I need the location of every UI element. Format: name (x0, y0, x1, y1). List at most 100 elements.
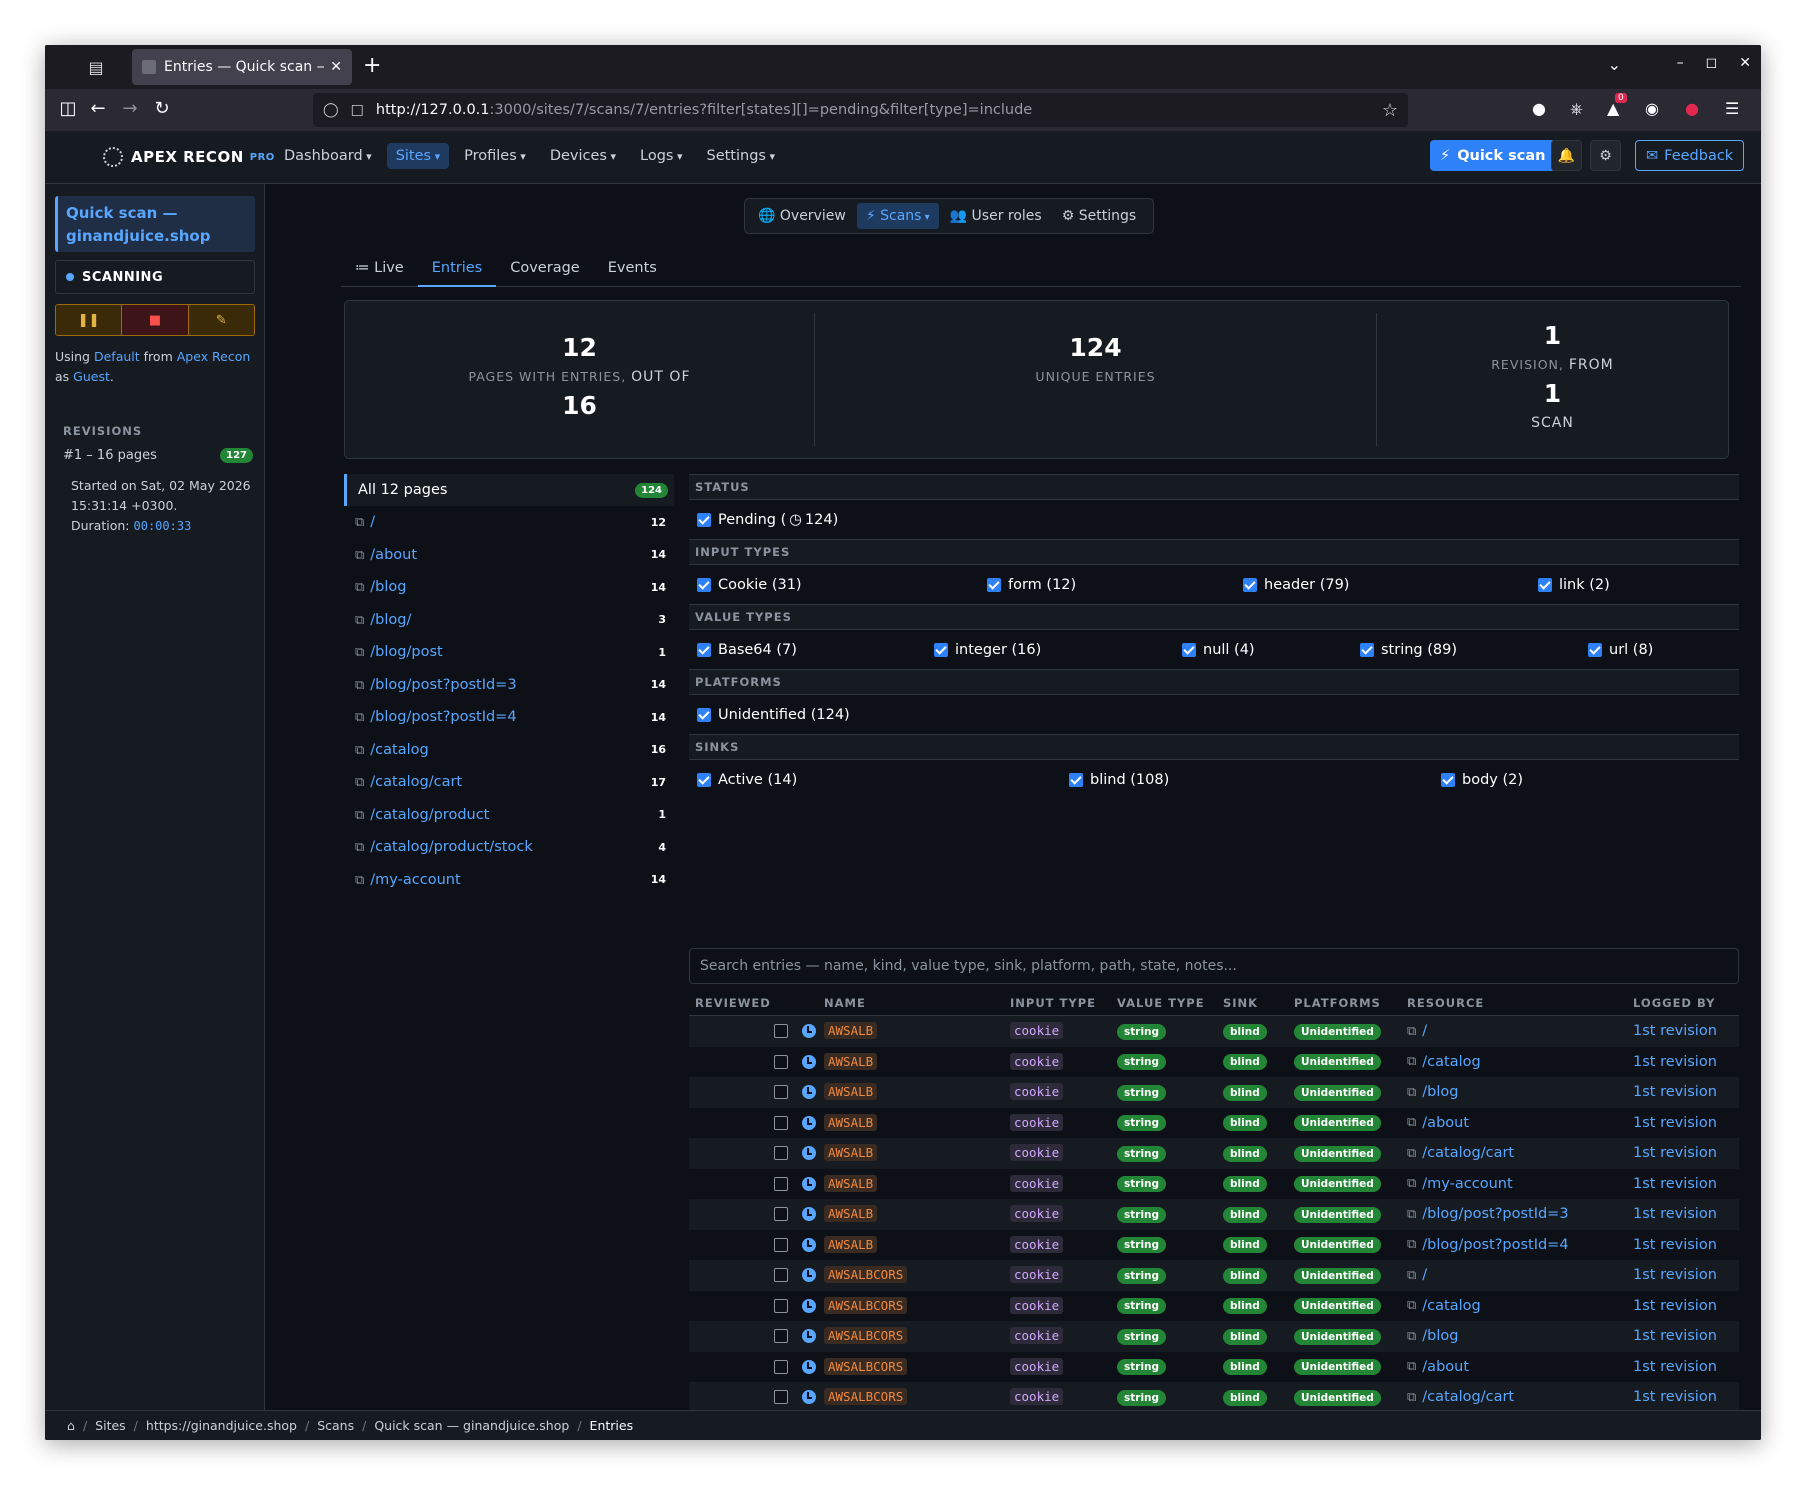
page-item[interactable]: ⧉ /about 14 (344, 539, 674, 572)
logged-by-link[interactable]: 1st revision (1633, 1206, 1739, 1222)
checkbox-checked[interactable] (934, 642, 948, 657)
col-input-type[interactable]: INPUT TYPE (1010, 996, 1117, 1010)
user-link[interactable]: Guest (73, 369, 110, 384)
filter-option[interactable]: integer (16) (934, 642, 1182, 658)
reviewed-checkbox[interactable] (774, 1298, 788, 1313)
table-row[interactable]: AWSALB cookie string blind Unidentified ⧉ /cat… (689, 1047, 1739, 1078)
checkbox-checked[interactable] (1360, 642, 1374, 657)
col-value-type[interactable]: VALUE TYPE (1117, 996, 1223, 1010)
device-link[interactable]: Apex Recon (177, 349, 251, 364)
close-window-icon[interactable]: ✕ (1739, 55, 1751, 71)
home-icon[interactable]: ⌂ (67, 1418, 75, 1433)
table-row[interactable]: AWSALB cookie string blind Unidentified ⧉ /cat… (689, 1138, 1739, 1169)
logged-by-link[interactable]: 1st revision (1633, 1176, 1739, 1192)
filter-option[interactable]: null (4) (1182, 642, 1360, 658)
sidebar-toggle-icon[interactable]: ◫ (55, 98, 81, 119)
entry-name[interactable]: AWSALB (824, 1205, 878, 1223)
tab-list-icon[interactable]: ⌄ (1608, 55, 1621, 74)
checkbox-checked[interactable] (1243, 577, 1257, 592)
logged-by-link[interactable]: 1st revision (1633, 1389, 1739, 1405)
table-row[interactable]: AWSALB cookie string blind Unidentified ⧉ /my-… (689, 1169, 1739, 1200)
reviewed-checkbox[interactable] (774, 1146, 788, 1161)
page-item[interactable]: ⧉ /catalog/product 1 (344, 799, 674, 832)
menu-devices[interactable]: Devices (541, 143, 625, 169)
filter-option[interactable]: body (2) (1441, 772, 1691, 788)
filter-option[interactable]: Cookie (31) (697, 577, 987, 593)
entry-name[interactable]: AWSALB (824, 1083, 878, 1101)
reviewed-checkbox[interactable] (774, 1237, 788, 1252)
search-input[interactable]: Search entries — name, kind, value type,… (689, 948, 1739, 984)
breadcrumb-scan[interactable]: Quick scan — ginandjuice.shop (374, 1418, 569, 1433)
entry-name[interactable]: AWSALB (824, 1113, 878, 1131)
resource-link[interactable]: ⧉ /blog (1407, 1084, 1633, 1100)
col-reviewed[interactable]: REVIEWED (689, 996, 824, 1010)
checkbox-checked[interactable] (697, 772, 711, 787)
reviewed-checkbox[interactable] (774, 1390, 788, 1405)
new-tab-icon[interactable]: + (363, 53, 381, 78)
logged-by-link[interactable]: 1st revision (1633, 1237, 1739, 1253)
entry-name[interactable]: AWSALB (824, 1144, 878, 1162)
filter-pending[interactable]: Pending (◷ 124) (697, 512, 838, 528)
filter-option[interactable]: Unidentified (124) (697, 707, 997, 723)
shield-icon[interactable]: ◯ (323, 102, 339, 118)
page-link[interactable]: ⧉ /about (355, 547, 417, 563)
checkbox-checked[interactable] (1182, 642, 1196, 657)
vpn-extension-icon[interactable]: ◉ (1645, 99, 1659, 118)
entry-name[interactable]: AWSALBCORS (824, 1357, 908, 1375)
subnav-scans[interactable]: ⚡ Scans (856, 203, 939, 229)
page-link[interactable]: ⧉ /catalog/cart (355, 774, 462, 790)
subnav-overview[interactable]: 🌐 Overview (749, 203, 855, 229)
logged-by-link[interactable]: 1st revision (1633, 1298, 1739, 1314)
page-item[interactable]: ⧉ /blog/post?postId=4 14 (344, 701, 674, 734)
resource-link[interactable]: ⧉ /blog (1407, 1328, 1633, 1344)
resource-link[interactable]: ⧉ /catalog/cart (1407, 1145, 1633, 1161)
menu-profiles[interactable]: Profiles (455, 143, 535, 169)
filter-option[interactable]: Base64 (7) (697, 642, 934, 658)
checkbox-checked[interactable] (1441, 772, 1455, 787)
col-platforms[interactable]: PLATFORMS (1294, 996, 1407, 1010)
maximize-icon[interactable]: ◻ (1706, 55, 1718, 71)
checkbox-checked[interactable] (1069, 772, 1083, 787)
logged-by-link[interactable]: 1st revision (1633, 1054, 1739, 1070)
close-tab-icon[interactable]: ✕ (330, 59, 342, 75)
page-item[interactable]: ⧉ /catalog 16 (344, 734, 674, 767)
page-link[interactable]: ⧉ /blog/post?postId=4 (355, 709, 517, 725)
quick-scan-button[interactable]: ⚡ Quick scan (1430, 140, 1556, 171)
url-bar[interactable]: ◯ □ http://127.0.0.1:3000/sites/7/scans/… (313, 93, 1408, 127)
page-item[interactable]: ⧉ /blog 14 (344, 571, 674, 604)
breadcrumb-site[interactable]: https://ginandjuice.shop (146, 1418, 297, 1433)
table-row[interactable]: AWSALBCORS cookie string blind Unidentified ⧉… (689, 1260, 1739, 1291)
browser-tab[interactable]: Entries — Quick scan — gi ✕ (132, 49, 352, 85)
extensions-icon[interactable]: ⎈ (1570, 99, 1583, 119)
entry-name[interactable]: AWSALBCORS (824, 1266, 908, 1284)
col-resource[interactable]: RESOURCE (1407, 996, 1633, 1010)
logged-by-link[interactable]: 1st revision (1633, 1267, 1739, 1283)
tab-coverage[interactable]: Coverage (496, 256, 593, 287)
minimize-icon[interactable]: – (1677, 55, 1684, 71)
reviewed-checkbox[interactable] (774, 1024, 788, 1039)
col-name[interactable]: NAME (824, 996, 1010, 1010)
page-item[interactable]: ⧉/12 (344, 506, 674, 539)
breadcrumb-scans[interactable]: Scans (317, 1418, 354, 1433)
reviewed-checkbox[interactable] (774, 1176, 788, 1191)
page-item[interactable]: ⧉ /blog/3 (344, 604, 674, 637)
page-link[interactable]: ⧉ /blog (355, 579, 407, 595)
menu-settings[interactable]: Settings (698, 143, 785, 169)
filter-option[interactable]: url (8) (1588, 642, 1738, 658)
entry-name[interactable]: AWSALB (824, 1174, 878, 1192)
table-row[interactable]: AWSALB cookie string blind Unidentified ⧉ /blo… (689, 1077, 1739, 1108)
brand[interactable]: APEX RECON PRO (103, 147, 275, 167)
menu-logs[interactable]: Logs (631, 143, 692, 169)
table-row[interactable]: AWSALB cookie string blind Unidentified ⧉/1st… (689, 1016, 1739, 1047)
reviewed-checkbox[interactable] (774, 1268, 788, 1283)
back-icon[interactable]: ← (85, 98, 111, 119)
tab-live[interactable]: ≔ Live (341, 256, 418, 287)
checkbox-checked[interactable] (987, 577, 1001, 592)
reviewed-checkbox[interactable] (774, 1054, 788, 1069)
breadcrumb-sites[interactable]: Sites (95, 1418, 126, 1433)
resource-link[interactable]: ⧉ /catalog (1407, 1298, 1633, 1314)
reviewed-checkbox[interactable] (774, 1207, 788, 1222)
scan-name-link[interactable]: Quick scan — ginandjuice.shop (55, 196, 255, 252)
logged-by-link[interactable]: 1st revision (1633, 1359, 1739, 1375)
resource-link[interactable]: ⧉ /catalog (1407, 1054, 1633, 1070)
